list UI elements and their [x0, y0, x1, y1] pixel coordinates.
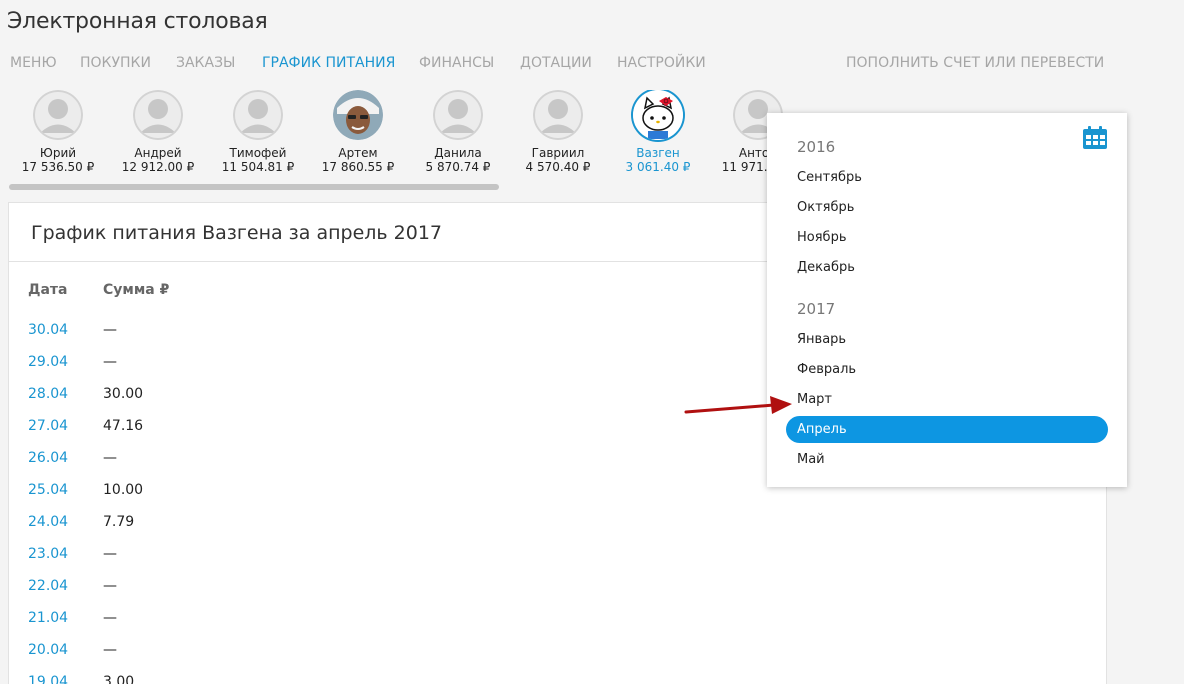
nav-item-purchases[interactable]: ПОКУПКИ — [80, 55, 151, 71]
person-name: Юрий — [39, 146, 77, 160]
nav-item-settings[interactable]: НАСТРОЙКИ — [617, 55, 706, 71]
table-row: 20.04 — — [9, 642, 709, 662]
sum-cell: 7.79 — [103, 514, 135, 530]
person-balance: 4 570.40 ₽ — [525, 160, 591, 174]
sum-cell: 47.16 — [103, 418, 144, 434]
date-link[interactable]: 20.04 — [28, 642, 68, 658]
month-option-selected[interactable]: Апрель — [786, 416, 1108, 443]
date-link[interactable]: 22.04 — [28, 578, 68, 594]
person-balance: 5 870.74 ₽ — [425, 160, 491, 174]
person-card-selected[interactable]: Вазген 3 061.40 ₽ — [608, 90, 708, 175]
month-option[interactable]: Сентябрь — [786, 164, 1108, 191]
person-name: Данила — [434, 146, 482, 160]
nav-item-orders[interactable]: ЗАКАЗЫ — [176, 55, 235, 71]
month-option[interactable]: Январь — [786, 326, 1108, 353]
year-heading: 2017 — [797, 300, 836, 318]
month-option[interactable]: Декабрь — [786, 254, 1108, 281]
date-link[interactable]: 29.04 — [28, 354, 68, 370]
table-row: 22.04 — — [9, 578, 709, 598]
table-row: 24.04 7.79 — [9, 514, 709, 534]
default-avatar-icon — [433, 90, 483, 140]
person-name: Тимофей — [229, 146, 287, 160]
calendar-icon[interactable] — [1082, 126, 1108, 150]
table-row: 21.04 — — [9, 610, 709, 630]
table-row: 27.04 47.16 — [9, 418, 709, 438]
person-name: Артем — [338, 146, 378, 160]
table-row: 29.04 — — [9, 354, 709, 374]
person-card[interactable]: Тимофей 11 504.81 ₽ — [208, 90, 308, 175]
month-option[interactable]: Март — [786, 386, 1108, 413]
date-link[interactable]: 26.04 — [28, 450, 68, 466]
month-option[interactable]: Ноябрь — [786, 224, 1108, 251]
sum-cell: 10.00 — [103, 482, 144, 498]
person-card[interactable]: Артем 17 860.55 ₽ — [308, 90, 408, 175]
table-row: 25.04 10.00 — [9, 482, 709, 502]
person-card[interactable]: Андрей 12 912.00 ₽ — [108, 90, 208, 175]
month-option[interactable]: Февраль — [786, 356, 1108, 383]
photo-avatar — [333, 90, 383, 140]
person-card[interactable]: Юрий 17 536.50 ₽ — [8, 90, 108, 175]
nav-item-meal-schedule[interactable]: ГРАФИК ПИТАНИЯ — [262, 55, 395, 71]
topup-link[interactable]: ПОПОЛНИТЬ СЧЕТ ИЛИ ПЕРЕВЕСТИ — [846, 55, 1104, 71]
sum-cell: — — [103, 450, 117, 466]
schedule-title: График питания Вазгена за апрель 2017 — [31, 222, 443, 244]
date-link[interactable]: 30.04 — [28, 322, 68, 338]
app-title: Электронная столовая — [7, 9, 268, 34]
person-name: Вазген — [636, 146, 680, 160]
default-avatar-icon — [233, 90, 283, 140]
column-header-date: Дата — [28, 282, 68, 298]
nav-item-menu[interactable]: МЕНЮ — [10, 55, 57, 71]
default-avatar-icon — [133, 90, 183, 140]
sum-cell: 3.00 — [103, 674, 135, 684]
sum-cell: 30.00 — [103, 386, 144, 402]
nav-item-finances[interactable]: ФИНАНСЫ — [419, 55, 494, 71]
table-row: 26.04 — — [9, 450, 709, 470]
sum-cell: — — [103, 642, 117, 658]
column-header-sum: Сумма ₽ — [103, 282, 170, 298]
table-row: 19.04 3.00 — [9, 674, 709, 684]
person-balance: 17 860.55 ₽ — [321, 160, 395, 174]
date-link[interactable]: 19.04 — [28, 674, 68, 684]
person-balance: 17 536.50 ₽ — [21, 160, 95, 174]
table-row: 30.04 — — [9, 322, 709, 342]
person-card[interactable]: Гавриил 4 570.40 ₽ — [508, 90, 608, 175]
sum-cell: — — [103, 546, 117, 562]
nav-item-subsidies[interactable]: ДОТАЦИИ — [520, 55, 592, 71]
month-picker-popup: 2016 Сентябрь Октябрь Ноябрь Декабрь 201… — [767, 113, 1127, 487]
table-row: 23.04 — — [9, 546, 709, 566]
default-avatar-icon — [33, 90, 83, 140]
month-option[interactable]: Октябрь — [786, 194, 1108, 221]
date-link[interactable]: 23.04 — [28, 546, 68, 562]
person-name: Андрей — [134, 146, 182, 160]
date-link[interactable]: 27.04 — [28, 418, 68, 434]
person-balance: 11 504.81 ₽ — [221, 160, 295, 174]
person-card[interactable]: Данила 5 870.74 ₽ — [408, 90, 508, 175]
sum-cell: — — [103, 322, 117, 338]
date-link[interactable]: 25.04 — [28, 482, 68, 498]
sum-cell: — — [103, 610, 117, 626]
person-balance: 3 061.40 ₽ — [625, 160, 691, 174]
date-link[interactable]: 24.04 — [28, 514, 68, 530]
horizontal-scrollbar[interactable] — [9, 184, 499, 190]
default-avatar-icon — [533, 90, 583, 140]
person-name: Гавриил — [531, 146, 585, 160]
sum-cell: — — [103, 578, 117, 594]
hello-kitty-avatar — [633, 90, 683, 140]
month-option[interactable]: Май — [786, 446, 1108, 473]
year-heading: 2016 — [797, 138, 836, 156]
sum-cell: — — [103, 354, 117, 370]
person-strip: Юрий 17 536.50 ₽ Андрей 12 912.00 ₽ Тимо… — [8, 90, 788, 185]
table-row: 28.04 30.00 — [9, 386, 709, 406]
date-link[interactable]: 28.04 — [28, 386, 68, 402]
date-link[interactable]: 21.04 — [28, 610, 68, 626]
person-balance: 12 912.00 ₽ — [121, 160, 195, 174]
